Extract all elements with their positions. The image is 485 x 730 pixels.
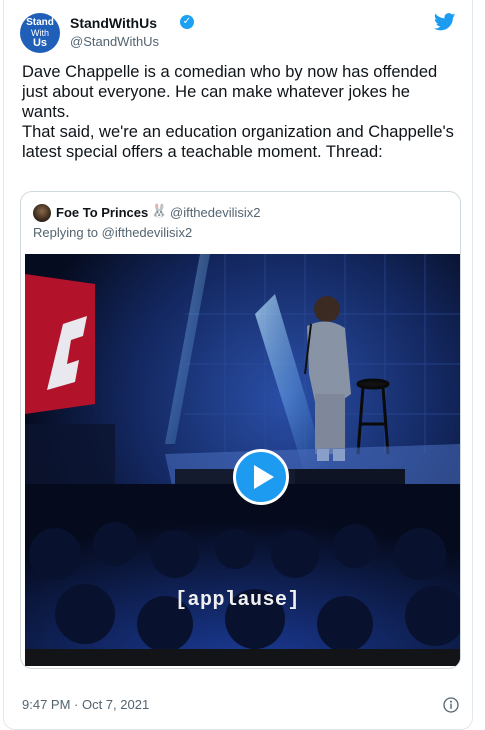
avatar-text-line-3: Us — [32, 37, 48, 49]
replying-to-label: Replying to — [33, 225, 102, 240]
info-icon[interactable] — [443, 697, 459, 713]
verified-badge-icon: ✓ — [180, 15, 194, 29]
tweet-timestamp[interactable]: 9:47 PM · Oct 7, 2021 — [22, 697, 149, 712]
author-name[interactable]: StandWithUs — [70, 15, 157, 31]
tweet-text: Dave Chappelle is a comedian who by now … — [22, 63, 454, 161]
author-avatar[interactable]: Stand With Us — [20, 13, 60, 53]
replying-to-handle[interactable]: @ifthedevilisix2 — [102, 225, 193, 240]
replying-to: Replying to @ifthedevilisix2 — [33, 225, 192, 240]
quoted-author-name[interactable]: Foe To Princes — [56, 205, 148, 220]
video-caption: [applause] — [175, 589, 301, 612]
video-player[interactable]: [applause] — [25, 254, 460, 666]
play-icon — [254, 465, 274, 489]
rabbit-emoji-icon: 🐰 — [151, 204, 168, 219]
twitter-bird-icon[interactable] — [434, 13, 456, 31]
author-handle[interactable]: @StandWithUs — [70, 34, 159, 49]
quoted-tweet[interactable]: Foe To Princes 🐰 @ifthedevilisix2 Replyi… — [20, 191, 461, 669]
tweet-card: Stand With Us StandWithUs ✓ @StandWithUs… — [3, 0, 473, 730]
avatar-text-line-1: Stand — [26, 17, 54, 28]
quoted-author-avatar[interactable] — [33, 204, 51, 222]
quoted-author-handle[interactable]: @ifthedevilisix2 — [170, 205, 261, 220]
play-button[interactable] — [233, 449, 289, 505]
tweet-header: Stand With Us StandWithUs ✓ @StandWithUs — [20, 13, 460, 53]
quoted-tweet-header: Foe To Princes 🐰 @ifthedevilisix2 — [33, 204, 433, 222]
